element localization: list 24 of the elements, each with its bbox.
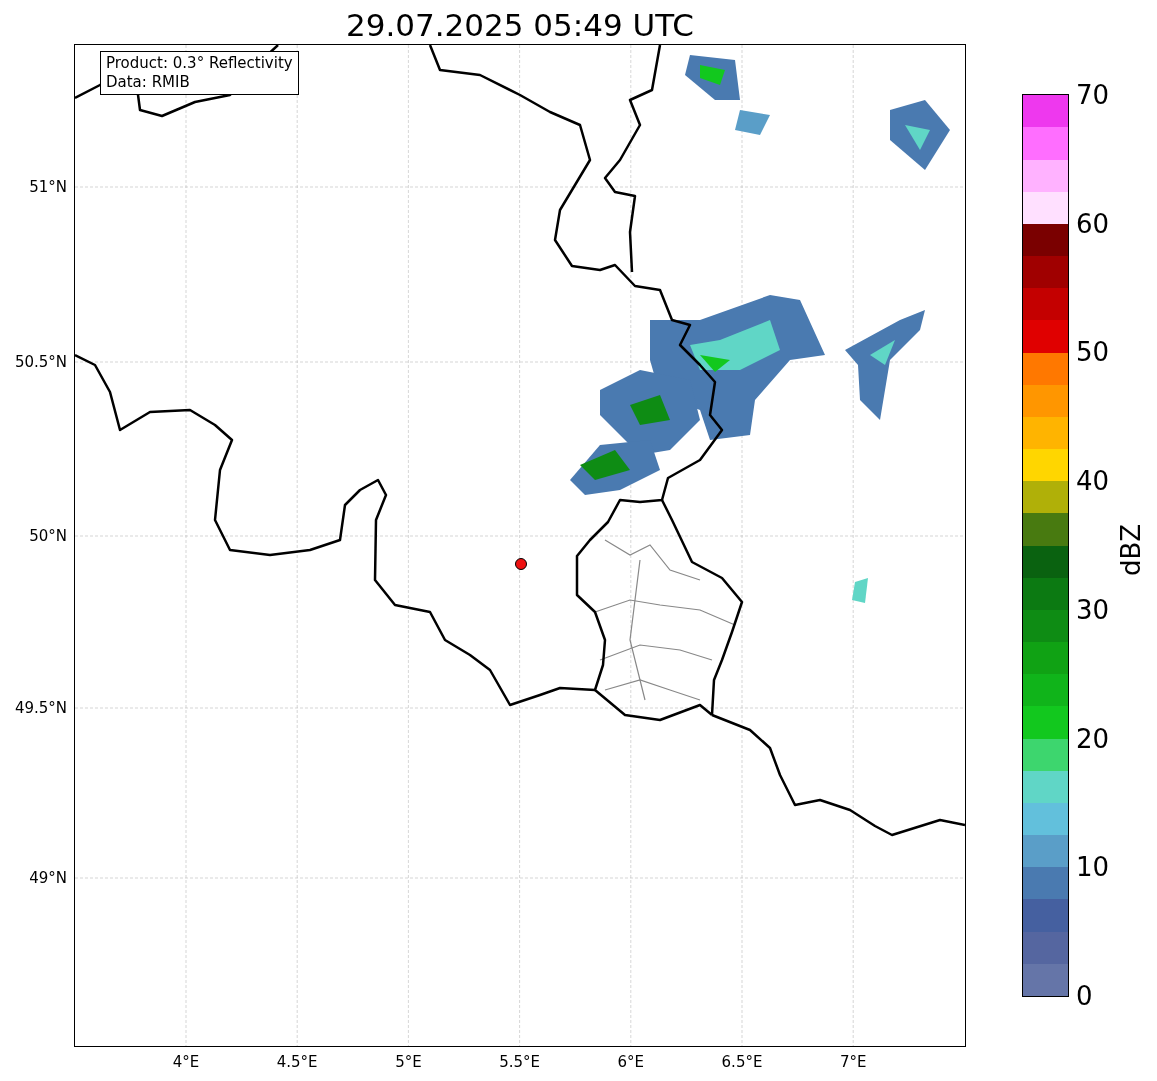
colorbar-tick-label: 50: [1076, 337, 1110, 368]
axis-tick-label: 50.5°N: [14, 353, 67, 371]
info-text: Data: RMIB: [106, 73, 191, 92]
colorbar-label: dBZ: [1116, 523, 1147, 577]
axis-tick-label: 49.5°N: [14, 699, 67, 717]
chart-title: 29.07.2025 05:49 UTC: [346, 6, 694, 45]
axis-tick-label: 5°E: [395, 1053, 422, 1071]
colorbar-tick-label: 0: [1076, 981, 1093, 1011]
axis-tick-label: 4.5°E: [276, 1053, 318, 1071]
axis-tick-label: 51°N: [29, 178, 67, 196]
colorbar-tick-label: 10: [1076, 852, 1110, 883]
axis-tick-label: 50°N: [29, 527, 67, 545]
axis-tick-label: 4°E: [172, 1053, 200, 1071]
axis-tick-label: 5.5°E: [499, 1053, 540, 1071]
axis-tick-label: 6°E: [617, 1053, 645, 1071]
axis-tick-label: 6.5°E: [721, 1053, 763, 1071]
axis-tick-label: 7°E: [839, 1053, 867, 1071]
colorbar-tick-label: 60: [1076, 208, 1110, 239]
colorbar-tick-label: 40: [1076, 466, 1110, 497]
info-text: Product: 0.3° Reflectivity: [106, 54, 293, 73]
colorbar-tick-label: 30: [1076, 594, 1110, 625]
axis-tick-label: 49°N: [29, 869, 67, 887]
colorbar-tick-label: 70: [1076, 80, 1110, 110]
colorbar-tick-label: 20: [1076, 723, 1110, 754]
